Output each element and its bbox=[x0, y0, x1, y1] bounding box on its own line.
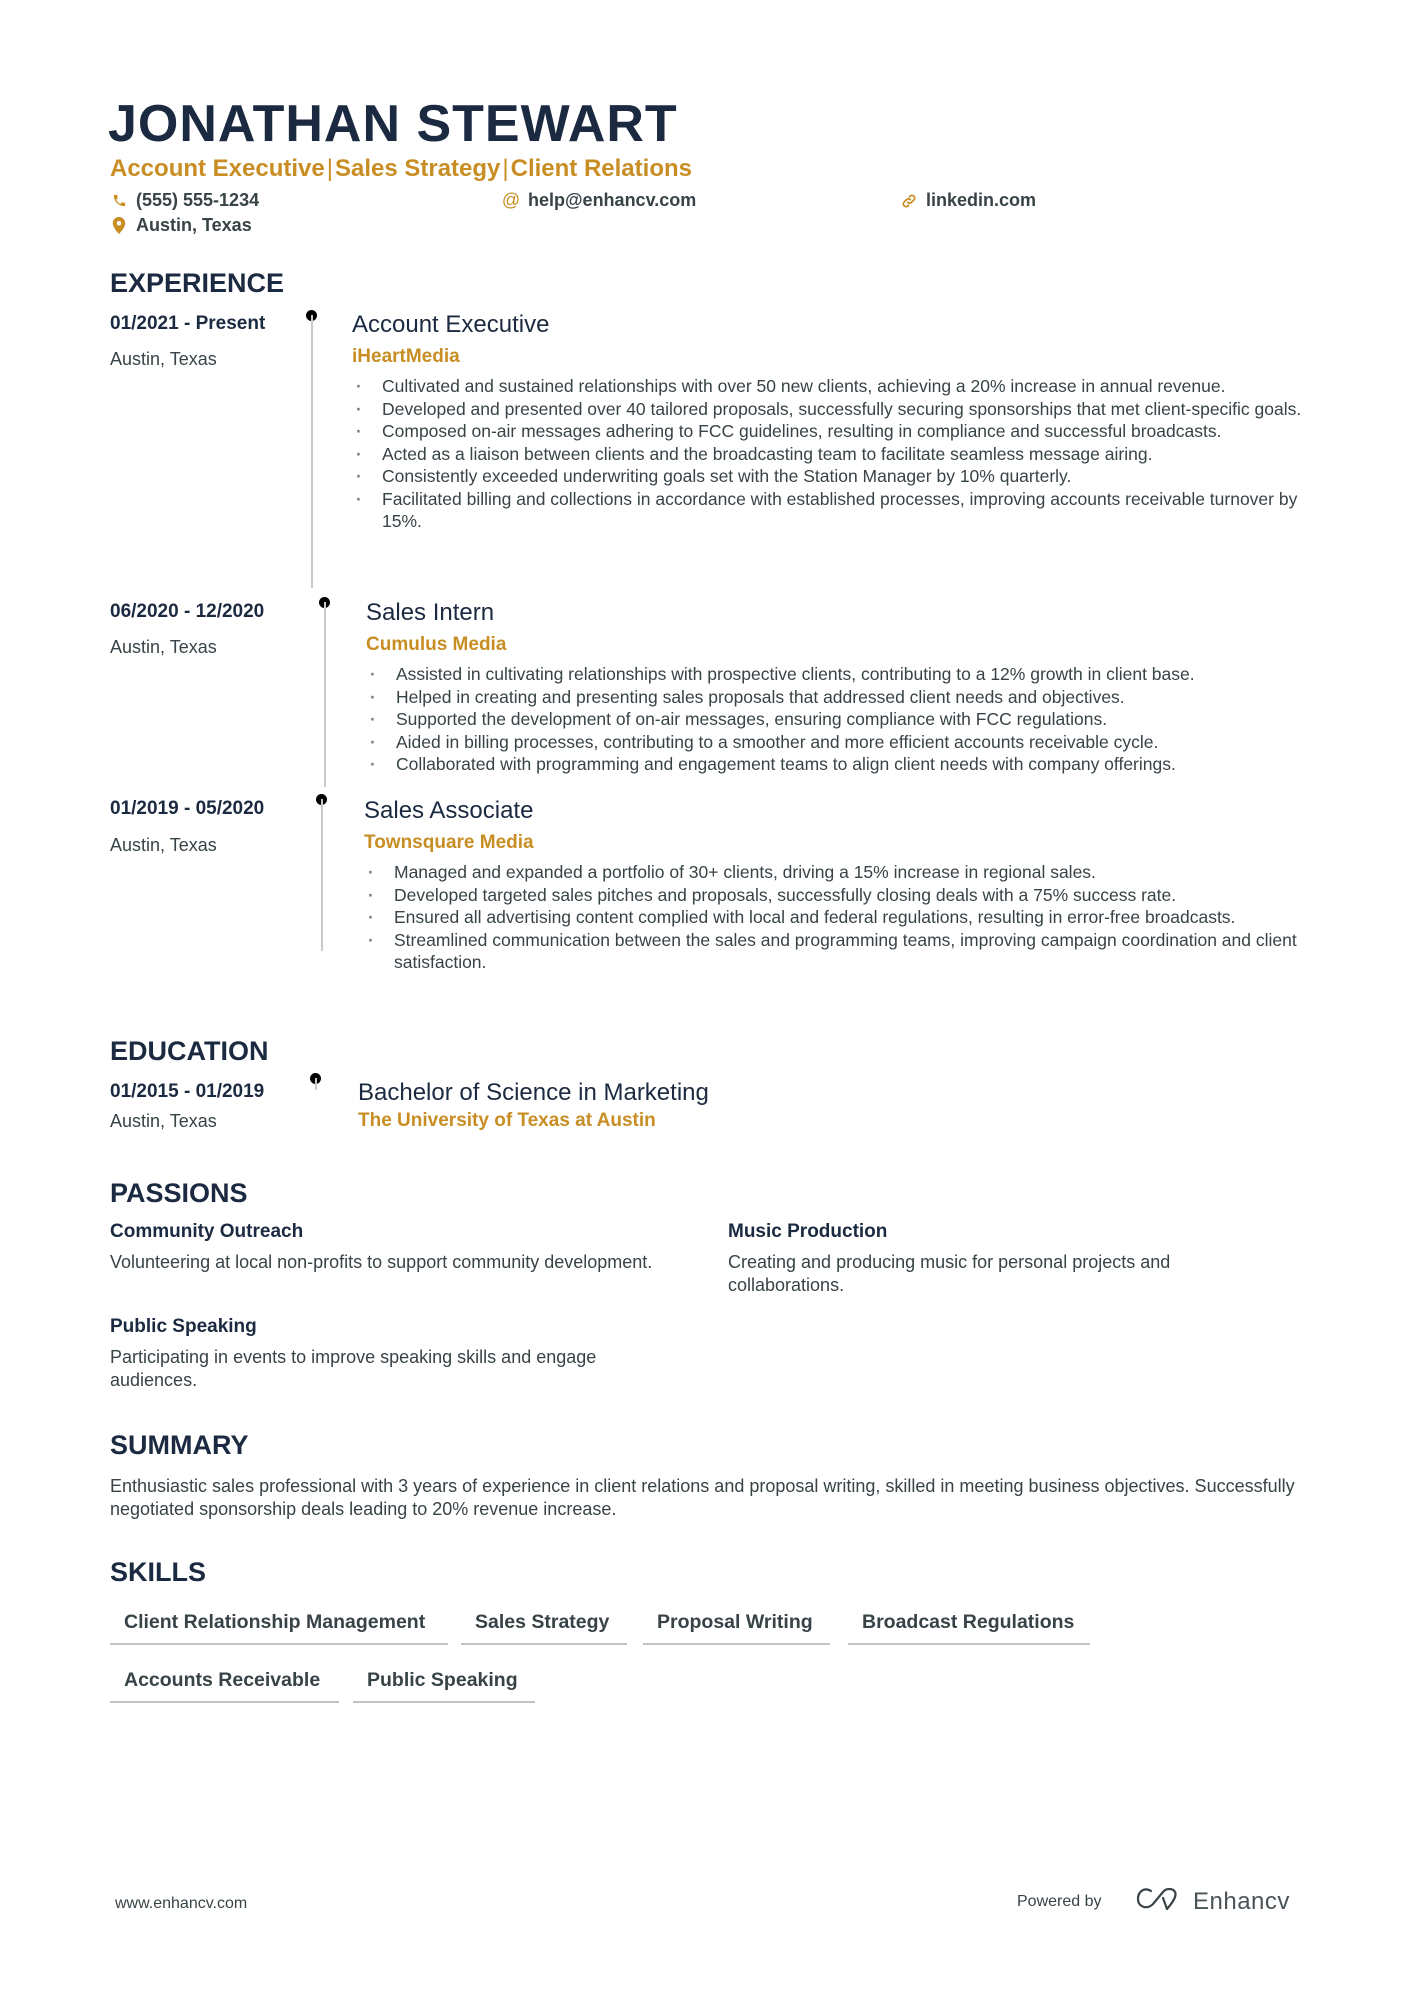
section-title-summary: SUMMARY bbox=[110, 1430, 249, 1460]
email-value: help@enhancv.com bbox=[528, 190, 697, 210]
bullet-item: Developed targeted sales pitches and pro… bbox=[364, 884, 1314, 907]
contact-phone[interactable]: (555) 555-1234 bbox=[110, 190, 259, 211]
bullet-item: Collaborated with programming and engage… bbox=[366, 753, 1326, 776]
contact-email[interactable]: @ help@enhancv.com bbox=[502, 190, 696, 211]
headline-separator: | bbox=[326, 155, 333, 182]
enhancv-logo-text: Enhancv bbox=[1193, 1887, 1290, 1915]
skill-tag: Sales Strategy bbox=[461, 1611, 627, 1645]
headline-item: Client Relations bbox=[510, 155, 692, 182]
timeline-line bbox=[315, 1078, 317, 1090]
bullet-item: Supported the development of on-air mess… bbox=[366, 708, 1326, 731]
job-dates: 06/2020 - 12/2020 bbox=[110, 601, 265, 622]
headline: Account Executive|Sales Strategy|Client … bbox=[110, 155, 692, 183]
education-location: Austin, Texas bbox=[110, 1111, 217, 1131]
bullet-item: Facilitated billing and collections in a… bbox=[352, 488, 1317, 533]
job-location: Austin, Texas bbox=[110, 835, 217, 855]
skill-tag: Accounts Receivable bbox=[110, 1669, 339, 1703]
powered-by-label: Powered by bbox=[1017, 1893, 1102, 1910]
passion-title: Public Speaking bbox=[110, 1316, 257, 1337]
enhancv-logo[interactable]: Enhancv bbox=[1135, 1886, 1290, 1917]
bullet-item: Acted as a liaison between clients and t… bbox=[352, 443, 1317, 466]
location-pin-icon bbox=[110, 217, 128, 235]
footer-website-link[interactable]: www.enhancv.com bbox=[115, 1895, 247, 1913]
company-name: Cumulus Media bbox=[366, 634, 507, 655]
job-title: Account Executive bbox=[352, 311, 550, 338]
skill-tag: Client Relationship Management bbox=[110, 1611, 448, 1645]
summary-text: Enthusiastic sales professional with 3 y… bbox=[110, 1476, 1295, 1519]
bullet-item: Helped in creating and presenting sales … bbox=[366, 686, 1326, 709]
company-name: Townsquare Media bbox=[364, 832, 534, 853]
phone-value: (555) 555-1234 bbox=[136, 190, 260, 210]
section-title-education: EDUCATION bbox=[110, 1036, 269, 1066]
bullet-item: Streamlined communication between the sa… bbox=[364, 929, 1314, 974]
school-name: The University of Texas at Austin bbox=[358, 1110, 656, 1131]
headline-separator: | bbox=[502, 155, 509, 182]
section-title-passions: PASSIONS bbox=[110, 1178, 248, 1208]
passion-description: Volunteering at local non-profits to sup… bbox=[110, 1252, 653, 1272]
job-title: Sales Intern bbox=[366, 599, 495, 626]
bullet-item: Consistently exceeded underwriting goals… bbox=[352, 465, 1317, 488]
job-dates: 01/2019 - 05/2020 bbox=[110, 798, 265, 819]
passion-description: Participating in events to improve speak… bbox=[110, 1347, 597, 1390]
company-name: iHeartMedia bbox=[352, 346, 460, 367]
candidate-name: JONATHAN STEWART bbox=[108, 95, 678, 153]
phone-icon bbox=[110, 192, 128, 210]
job-location: Austin, Texas bbox=[110, 637, 217, 657]
job-title: Sales Associate bbox=[364, 797, 534, 824]
degree: Bachelor of Science in Marketing bbox=[358, 1079, 709, 1106]
job-bullets: Cultivated and sustained relationships w… bbox=[352, 375, 1317, 533]
bullet-item: Aided in billing processes, contributing… bbox=[366, 731, 1326, 754]
bullet-item: Cultivated and sustained relationships w… bbox=[352, 375, 1317, 398]
section-title-experience: EXPERIENCE bbox=[110, 268, 285, 298]
linkedin-value: linkedin.com bbox=[926, 190, 1037, 210]
passion-description: Creating and producing music for persona… bbox=[728, 1252, 1171, 1295]
skill-tag: Public Speaking bbox=[353, 1669, 535, 1703]
timeline-line bbox=[324, 602, 326, 787]
headline-item: Account Executive bbox=[110, 155, 325, 182]
passion-title: Community Outreach bbox=[110, 1221, 304, 1242]
job-bullets: Assisted in cultivating relationships wi… bbox=[366, 663, 1326, 776]
job-dates: 01/2021 - Present bbox=[110, 313, 266, 334]
bullet-item: Managed and expanded a portfolio of 30+ … bbox=[364, 861, 1314, 884]
contact-linkedin[interactable]: linkedin.com bbox=[900, 190, 1036, 211]
headline-item: Sales Strategy bbox=[334, 155, 501, 182]
skill-tag: Broadcast Regulations bbox=[848, 1611, 1090, 1645]
timeline-line bbox=[321, 799, 323, 951]
bullet-item: Composed on-air messages adhering to FCC… bbox=[352, 420, 1317, 443]
contact-location: Austin, Texas bbox=[110, 215, 252, 236]
passion-title: Music Production bbox=[728, 1221, 888, 1242]
job-location: Austin, Texas bbox=[110, 349, 217, 369]
job-bullets: Managed and expanded a portfolio of 30+ … bbox=[364, 861, 1314, 974]
education-dates: 01/2015 - 01/2019 bbox=[110, 1081, 265, 1102]
link-icon bbox=[900, 192, 918, 210]
at-icon: @ bbox=[501, 190, 521, 210]
bullet-item: Assisted in cultivating relationships wi… bbox=[366, 663, 1326, 686]
bullet-item: Ensured all advertising content complied… bbox=[364, 906, 1314, 929]
skill-tag: Proposal Writing bbox=[643, 1611, 830, 1645]
enhancv-logo-icon bbox=[1135, 1886, 1183, 1917]
section-title-skills: SKILLS bbox=[110, 1557, 207, 1587]
location-value: Austin, Texas bbox=[136, 215, 252, 235]
timeline-line bbox=[311, 315, 313, 588]
bullet-item: Developed and presented over 40 tailored… bbox=[352, 398, 1317, 421]
